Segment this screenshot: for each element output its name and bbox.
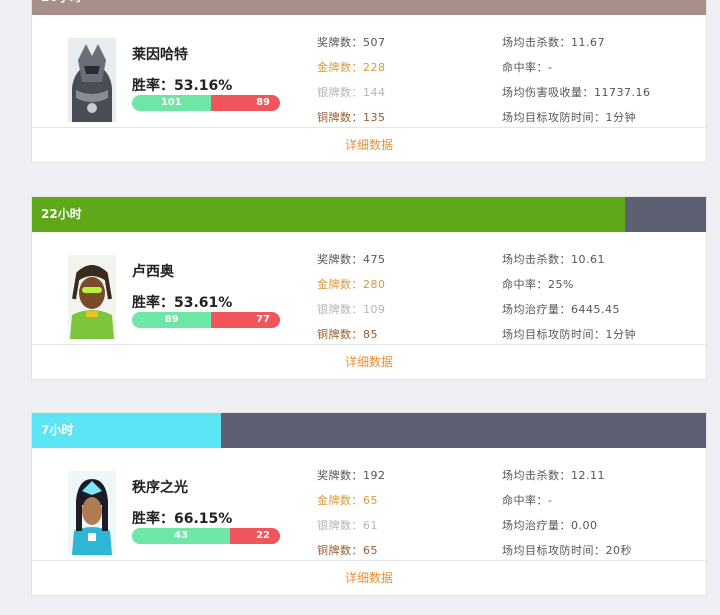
gold-medals-count: 金牌数：280 xyxy=(317,278,386,291)
silver-medals-count: 银牌数：144 xyxy=(317,86,386,99)
win-loss-bar: 89 77 xyxy=(132,312,280,328)
playtime-fill xyxy=(32,197,626,232)
playtime-label: 7小时 xyxy=(41,423,74,437)
bronze-medals-count: 铜牌数：65 xyxy=(317,544,378,557)
avg-damage-absorbed: 场均伤害吸收量：11737.16 xyxy=(502,86,651,99)
losses-count: 77 xyxy=(211,312,280,328)
win-rate: 胜率：66.15% xyxy=(132,511,233,527)
avg-healing: 场均治疗量：6445.45 xyxy=(502,303,620,316)
accuracy: 命中率：- xyxy=(502,61,553,74)
reinhardt-portrait-icon xyxy=(68,38,116,122)
avg-kills: 场均击杀数：12.11 xyxy=(502,469,605,482)
medals-count: 奖牌数：475 xyxy=(317,253,386,266)
accuracy: 命中率：25% xyxy=(502,278,574,291)
lucio-portrait-icon xyxy=(68,255,116,339)
symmetra-portrait-icon xyxy=(68,471,116,555)
avg-kills: 场均击杀数：10.61 xyxy=(502,253,605,266)
avg-kills: 场均击杀数：11.67 xyxy=(502,36,605,49)
detail-data-link[interactable]: 详细数据 xyxy=(32,561,706,595)
hero-card-symmetra: 7小时 秩序之光 胜率：66.15% 43 22 奖牌数：192 金牌数：65 … xyxy=(31,412,707,596)
medals-count: 奖牌数：192 xyxy=(317,469,386,482)
losses-count: 89 xyxy=(210,95,280,111)
playtime-label: 26小时 xyxy=(41,0,82,15)
playtime-fill xyxy=(32,0,706,15)
playtime-bar: 7小时 xyxy=(32,413,706,448)
hero-card-lucio: 22小时 卢西奥 胜率：53.61% 89 77 奖牌数：475 金牌数：280… xyxy=(31,196,707,380)
win-rate: 胜率：53.61% xyxy=(132,295,233,311)
accuracy: 命中率：- xyxy=(502,494,553,507)
wins-count: 89 xyxy=(132,312,212,328)
win-loss-bar: 101 89 xyxy=(132,95,280,111)
playtime-bar: 22小时 xyxy=(32,197,706,232)
hero-name: 秩序之光 xyxy=(132,480,188,496)
playtime-bar: 26小时 xyxy=(32,0,706,15)
losses-count: 22 xyxy=(229,528,280,544)
avg-objective-time: 场均目标攻防时间：20秒 xyxy=(502,544,632,557)
detail-data-link[interactable]: 详细数据 xyxy=(32,128,706,162)
detail-data-link[interactable]: 详细数据 xyxy=(32,345,706,379)
wins-count: 101 xyxy=(132,95,211,111)
win-rate: 胜率：53.16% xyxy=(132,78,233,94)
medals-count: 奖牌数：507 xyxy=(317,36,386,49)
silver-medals-count: 银牌数：61 xyxy=(317,519,378,532)
win-loss-bar: 43 22 xyxy=(132,528,280,544)
avg-objective-time: 场均目标攻防时间：1分钟 xyxy=(502,111,636,124)
hero-card-reinhardt: 26小时 莱因哈特 胜率：53.16% 101 89 奖牌数：507 金牌数：2… xyxy=(31,0,707,163)
bronze-medals-count: 铜牌数：85 xyxy=(317,328,378,341)
playtime-label: 22小时 xyxy=(41,207,82,221)
bronze-medals-count: 铜牌数：135 xyxy=(317,111,386,124)
gold-medals-count: 金牌数：228 xyxy=(317,61,386,74)
avg-healing: 场均治疗量：0.00 xyxy=(502,519,598,532)
wins-count: 43 xyxy=(132,528,230,544)
gold-medals-count: 金牌数：65 xyxy=(317,494,378,507)
hero-name: 卢西奥 xyxy=(132,264,174,280)
silver-medals-count: 银牌数：109 xyxy=(317,303,386,316)
hero-name: 莱因哈特 xyxy=(132,47,188,63)
avg-objective-time: 场均目标攻防时间：1分钟 xyxy=(502,328,636,341)
